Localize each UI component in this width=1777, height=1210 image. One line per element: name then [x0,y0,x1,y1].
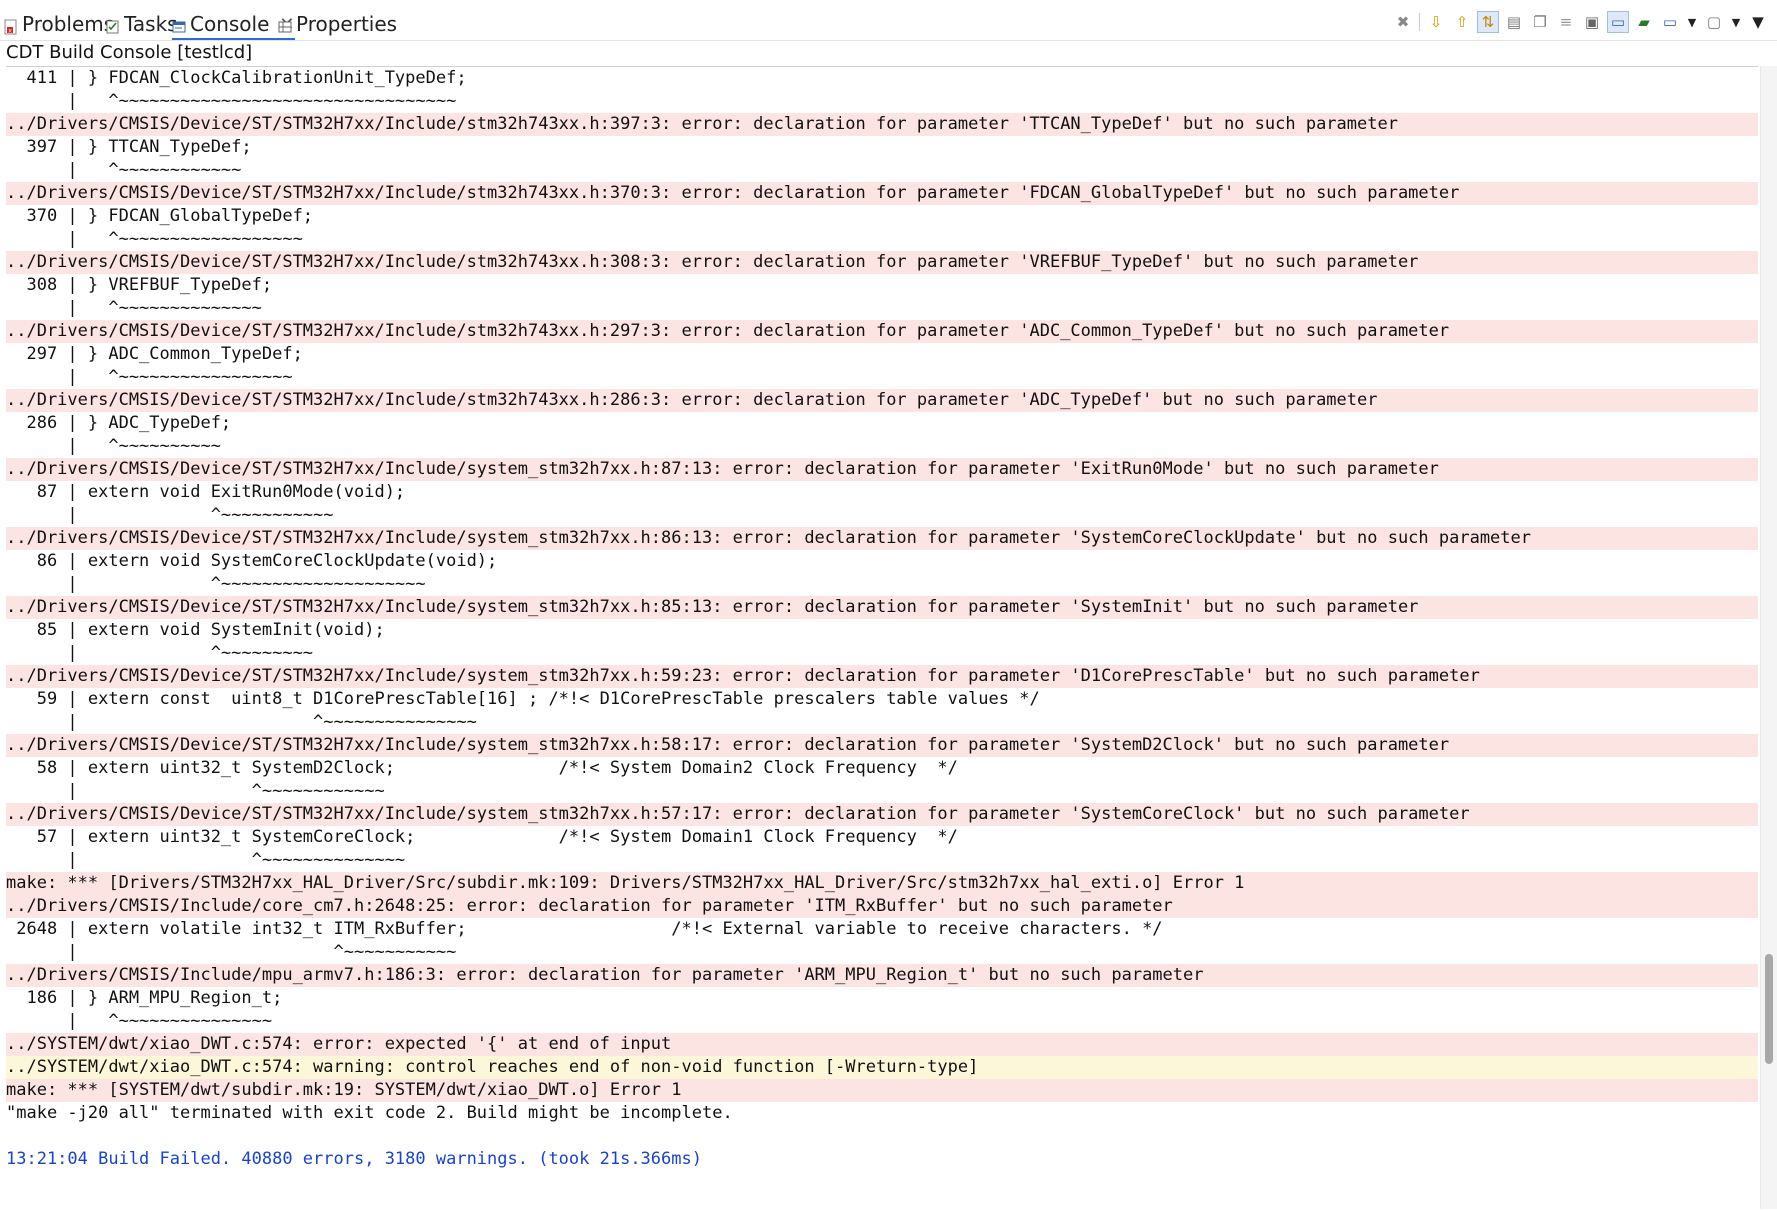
output-line: 397 | } TTCAN_TypeDef; [6,137,252,157]
error-line: ../Drivers/CMSIS/Device/ST/STM32H7xx/Inc… [6,113,1758,136]
console-title: CDT Build Console [testlcd] [6,42,253,63]
console-output[interactable]: 411 | } FDCAN_ClockCalibrationUnit_TypeD… [6,66,1758,1210]
tab-problems[interactable]: x Problems [4,10,114,38]
output-line: | ^~~~~~~~~~~~~~~~~~~~~~~~~~~~~~~~~~ [6,91,457,111]
output-line: 57 | extern uint32_t SystemCoreClock; /*… [6,827,958,847]
clear-console-icon[interactable]: ▤ [1503,11,1525,33]
error-line: ../Drivers/CMSIS/Include/mpu_armv7.h:186… [6,964,1758,987]
problems-icon: x [4,16,18,35]
console-toolbar: ✖ ⇩ ⇧ ⇅ ▤ ❐ ≡ ▣ ▭ ▰ ▭ ▼ ▢ ▼ ▼ [1390,10,1771,34]
output-line: | ^~~~~~~~~~~~~~~ [6,298,262,318]
error-line: ../Drivers/CMSIS/Device/ST/STM32H7xx/Inc… [6,803,1758,826]
build-status-line: 13:21:04 Build Failed. 40880 errors, 318… [6,1149,702,1169]
tab-label: Console [190,12,270,36]
terminate-icon[interactable]: ✖ [1392,11,1414,33]
output-line: 297 | } ADC_Common_TypeDef; [6,344,303,364]
output-line: | ^~~~~~~~~~~ [6,436,221,456]
tab-properties[interactable]: Properties [278,10,397,38]
output-line: | ^~~~~~~~~~~~~~~~~~~~~ [6,574,426,594]
properties-icon [278,16,292,33]
output-line: 308 | } VREFBUF_TypeDef; [6,275,273,295]
output-line: "make -j20 all" terminated with exit cod… [6,1103,733,1123]
error-line: ../SYSTEM/dwt/xiao_DWT.c:574: error: exp… [6,1033,1758,1056]
tab-console[interactable]: Console✕ [172,10,295,40]
chevron-down-icon[interactable]: ▼ [1685,11,1699,33]
copy-icon[interactable]: ❐ [1529,11,1551,33]
output-line: 370 | } FDCAN_GlobalTypeDef; [6,206,314,226]
word-wrap-icon[interactable]: ≡ [1555,11,1577,33]
pin-console-icon[interactable]: ▰ [1633,11,1655,33]
output-line: | ^~~~~~~~~~~~ [6,505,334,525]
vertical-scrollbar[interactable] [1760,66,1777,1209]
scrollbar-thumb[interactable] [1765,954,1773,1064]
output-line: | ^~~~~~~~~~~~~~~ [6,850,406,870]
tab-label: Tasks [124,12,178,36]
output-line: 85 | extern void SystemInit(void); [6,620,385,640]
error-line: ../Drivers/CMSIS/Device/ST/STM32H7xx/Inc… [6,734,1758,757]
console-icon [172,16,186,33]
scroll-up-icon[interactable]: ⇧ [1451,11,1473,33]
toolbar-separator [1419,13,1420,31]
open-file-icon[interactable]: ▣ [1581,11,1603,33]
tab-label: Properties [296,12,398,36]
warning-line: ../SYSTEM/dwt/xiao_DWT.c:574: warning: c… [6,1056,1758,1079]
error-line: ../Drivers/CMSIS/Device/ST/STM32H7xx/Inc… [6,596,1758,619]
error-line: make: *** [SYSTEM/dwt/subdir.mk:19: SYST… [6,1079,1758,1102]
view-menu-icon[interactable]: ▼ [1747,11,1769,33]
error-line: ../Drivers/CMSIS/Device/ST/STM32H7xx/Inc… [6,320,1758,343]
output-line: | ^~~~~~~~~~~~~~~~ [6,1011,273,1031]
output-line: | ^~~~~~~~~~~~~~~~~~ [6,367,293,387]
tab-tasks[interactable]: Tasks [106,10,178,38]
tasks-icon [106,16,120,34]
output-line: | ^~~~~~~~~~~~ [6,942,457,962]
error-line: ../Drivers/CMSIS/Device/ST/STM32H7xx/Inc… [6,389,1758,412]
error-line: ../Drivers/CMSIS/Device/ST/STM32H7xx/Inc… [6,458,1758,481]
output-line: | ^~~~~~~~~~~~~~~~ [6,712,477,732]
output-line: | ^~~~~~~~~~~~~~~~~~~ [6,229,303,249]
output-line: 59 | extern const uint8_t D1CorePrescTab… [6,689,1040,709]
svg-text:x: x [8,28,12,35]
scroll-lock-icon[interactable]: ⇅ [1477,11,1499,33]
output-line: 186 | } ARM_MPU_Region_t; [6,988,283,1008]
new-console-icon[interactable]: ▢ [1703,11,1725,33]
output-line: | ^~~~~~~~~~~~~ [6,781,385,801]
output-line: | ^~~~~~~~~~~~~ [6,160,242,180]
show-console-icon[interactable]: ▭ [1607,11,1629,33]
output-line: 411 | } FDCAN_ClockCalibrationUnit_TypeD… [6,68,467,88]
output-line: | ^~~~~~~~~~ [6,643,314,663]
output-line: 86 | extern void SystemCoreClockUpdate(v… [6,551,498,571]
tab-label: Problems [22,12,115,36]
output-line: 2648 | extern volatile int32_t ITM_RxBuf… [6,919,1163,939]
chevron-down-icon[interactable]: ▼ [1729,11,1743,33]
display-console-icon[interactable]: ▭ [1659,11,1681,33]
output-line: 58 | extern uint32_t SystemD2Clock; /*!<… [6,758,958,778]
error-line: ../Drivers/CMSIS/Device/ST/STM32H7xx/Inc… [6,251,1758,274]
error-line: make: *** [Drivers/STM32H7xx_HAL_Driver/… [6,872,1758,895]
error-line: ../Drivers/CMSIS/Device/ST/STM32H7xx/Inc… [6,665,1758,688]
error-line: ../Drivers/CMSIS/Device/ST/STM32H7xx/Inc… [6,527,1758,550]
view-tab-bar: x Problems TasksConsole✕Properties ✖ ⇩⇧⇅▤❐≡… [0,0,1777,41]
error-line: ../Drivers/CMSIS/Include/core_cm7.h:2648… [6,895,1758,918]
output-line: 286 | } ADC_TypeDef; [6,413,232,433]
scroll-down-icon[interactable]: ⇩ [1425,11,1447,33]
error-line: ../Drivers/CMSIS/Device/ST/STM32H7xx/Inc… [6,182,1758,205]
output-line: 87 | extern void ExitRun0Mode(void); [6,482,406,502]
